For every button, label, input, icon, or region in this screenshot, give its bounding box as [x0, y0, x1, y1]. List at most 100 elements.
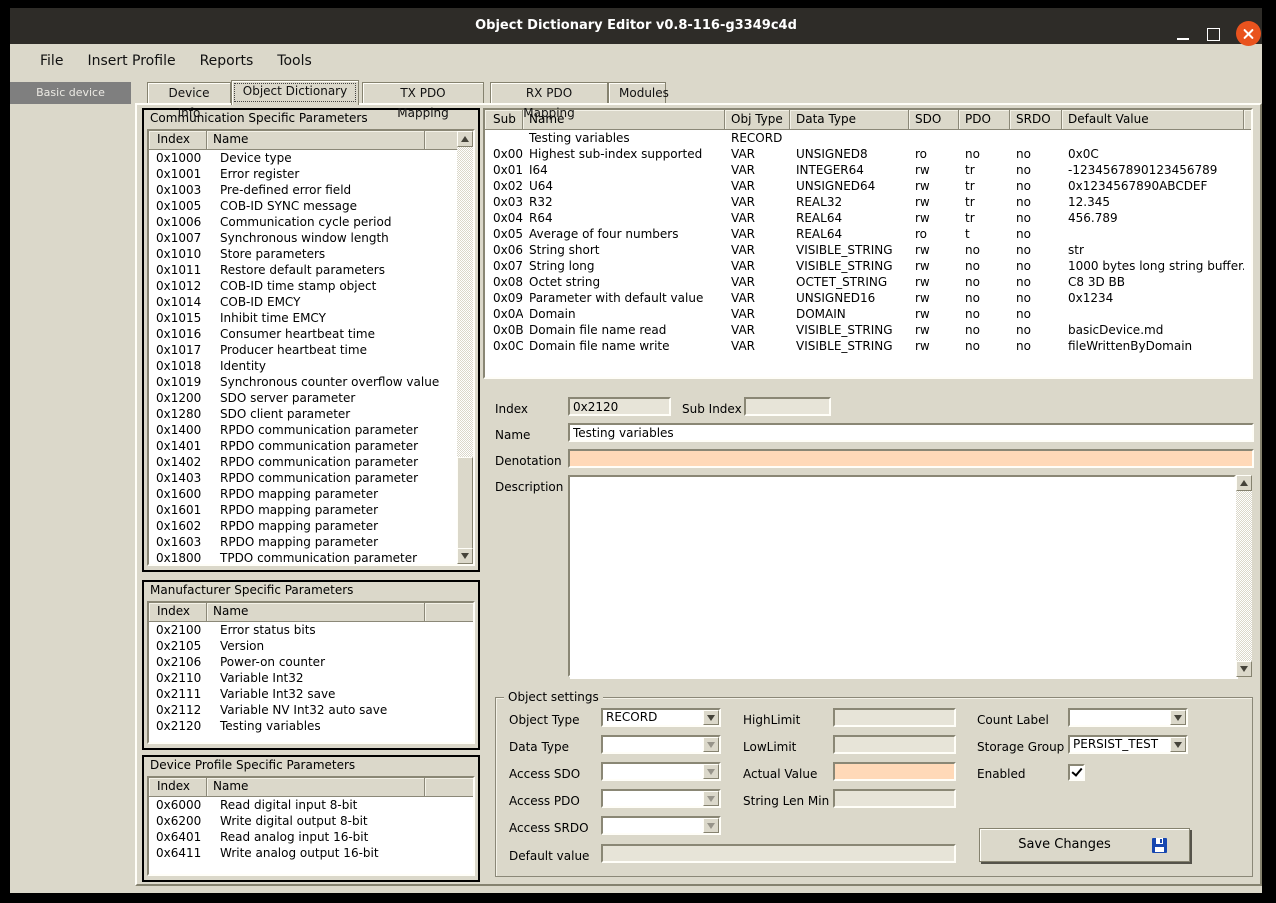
string-len-min-field[interactable]: [833, 789, 956, 808]
menu-file[interactable]: File: [28, 49, 75, 73]
table-row[interactable]: 0x1800TPDO communication parameter: [149, 550, 457, 564]
table-row[interactable]: 0x2110Variable Int32: [149, 670, 473, 686]
column-header-name[interactable]: Name: [207, 131, 425, 149]
chevron-down-icon[interactable]: [703, 791, 719, 806]
tab-object-dictionary[interactable]: Object Dictionary: [231, 80, 359, 105]
menu-insert-profile[interactable]: Insert Profile: [75, 49, 187, 73]
table-row[interactable]: 0x1401RPDO communication parameter: [149, 438, 457, 454]
column-header-pdo[interactable]: PDO: [959, 110, 1010, 129]
chevron-down-icon[interactable]: [703, 818, 719, 833]
access-sdo-combobox[interactable]: [601, 762, 721, 781]
sidebar-item-basic-device[interactable]: Basic device: [10, 82, 131, 104]
table-row[interactable]: 0x08Octet stringVAROCTET_STRINGrwnonoC8 …: [485, 274, 1251, 290]
count-label-combobox[interactable]: [1068, 708, 1188, 727]
storage-group-combobox[interactable]: PERSIST_TEST: [1068, 735, 1188, 754]
table-row[interactable]: 0x1001Error register: [149, 166, 457, 182]
table-row[interactable]: 0x1600RPDO mapping parameter: [149, 486, 457, 502]
column-header-name[interactable]: Name: [207, 778, 425, 796]
table-row[interactable]: 0x6000Read digital input 8-bit: [149, 797, 473, 813]
table-row[interactable]: 0x05Average of four numbersVARREAL64rotn…: [485, 226, 1251, 242]
high-limit-field[interactable]: [833, 708, 956, 727]
table-row[interactable]: 0x6411Write analog output 16-bit: [149, 845, 473, 861]
table-row[interactable]: 0x1016Consumer heartbeat time: [149, 326, 457, 342]
column-header-index[interactable]: Index: [149, 603, 207, 621]
table-row[interactable]: 0x1005COB-ID SYNC message: [149, 198, 457, 214]
table-row[interactable]: 0x1010Store parameters: [149, 246, 457, 262]
menu-reports[interactable]: Reports: [188, 49, 266, 73]
chevron-down-icon[interactable]: [703, 710, 719, 725]
table-row[interactable]: 0x2105Version: [149, 638, 473, 654]
table-row[interactable]: 0x03R32VARREAL32rwtrno12.345: [485, 194, 1251, 210]
table-row[interactable]: 0x1014COB-ID EMCY: [149, 294, 457, 310]
table-row[interactable]: 0x1011Restore default parameters: [149, 262, 457, 278]
table-row[interactable]: 0x02U64VARUNSIGNED64rwtrno0x1234567890AB…: [485, 178, 1251, 194]
table-row[interactable]: 0x2106Power-on counter: [149, 654, 473, 670]
denotation-field[interactable]: [568, 449, 1254, 468]
name-field[interactable]: [568, 423, 1254, 442]
table-row[interactable]: 0x1601RPDO mapping parameter: [149, 502, 457, 518]
object-type-combobox[interactable]: RECORD: [601, 708, 721, 727]
table-row[interactable]: 0x1012COB-ID time stamp object: [149, 278, 457, 294]
actual-value-field[interactable]: [833, 762, 956, 781]
table-row[interactable]: 0x1015Inhibit time EMCY: [149, 310, 457, 326]
index-field[interactable]: [568, 397, 671, 416]
column-header-data-type[interactable]: Data Type: [790, 110, 909, 129]
save-changes-button[interactable]: Save Changes: [979, 828, 1190, 862]
table-row[interactable]: 0x6200Write digital output 8-bit: [149, 813, 473, 829]
data-type-combobox[interactable]: [601, 735, 721, 754]
table-row[interactable]: 0x1602RPDO mapping parameter: [149, 518, 457, 534]
column-header-srdo[interactable]: SRDO: [1010, 110, 1062, 129]
communication-scrollbar[interactable]: [457, 131, 473, 564]
sub-index-field[interactable]: [744, 397, 831, 416]
default-value-field[interactable]: [601, 844, 956, 863]
scroll-down-icon[interactable]: [457, 548, 473, 564]
table-row[interactable]: 0x0BDomain file name readVARVISIBLE_STRI…: [485, 322, 1251, 338]
access-pdo-combobox[interactable]: [601, 789, 721, 808]
scrollbar-trough[interactable]: [1236, 491, 1252, 661]
table-row[interactable]: 0x1007Synchronous window length: [149, 230, 457, 246]
description-field[interactable]: [570, 477, 1238, 679]
table-row[interactable]: 0x2120Testing variables: [149, 718, 473, 734]
tab-tx-pdo-mapping[interactable]: TX PDO Mapping: [362, 82, 484, 103]
table-row[interactable]: 0x0CDomain file name writeVARVISIBLE_STR…: [485, 338, 1251, 354]
column-header-default-value[interactable]: Default Value: [1062, 110, 1244, 129]
scroll-up-icon[interactable]: [457, 131, 473, 147]
low-limit-field[interactable]: [833, 735, 956, 754]
table-row[interactable]: 0x01I64VARINTEGER64rwtrno-12345678901234…: [485, 162, 1251, 178]
table-row[interactable]: 0x2112Variable NV Int32 auto save: [149, 702, 473, 718]
chevron-down-icon[interactable]: [703, 764, 719, 779]
table-row[interactable]: 0x1200SDO server parameter: [149, 390, 457, 406]
enabled-checkbox[interactable]: [1068, 764, 1085, 781]
table-row[interactable]: 0x07String longVARVISIBLE_STRINGrwnono10…: [485, 258, 1251, 274]
table-row[interactable]: 0x1006Communication cycle period: [149, 214, 457, 230]
table-row[interactable]: 0x04R64VARREAL64rwtrno456.789: [485, 210, 1251, 226]
table-row[interactable]: 0x2111Variable Int32 save: [149, 686, 473, 702]
table-row[interactable]: 0x1403RPDO communication parameter: [149, 470, 457, 486]
column-header-name[interactable]: Name: [207, 603, 425, 621]
table-row[interactable]: 0x1603RPDO mapping parameter: [149, 534, 457, 550]
column-header-index[interactable]: Index: [149, 778, 207, 796]
chevron-down-icon[interactable]: [703, 737, 719, 752]
table-row[interactable]: 0x2100Error status bits: [149, 622, 473, 638]
column-header-index[interactable]: Index: [149, 131, 207, 149]
menu-tools[interactable]: Tools: [265, 49, 324, 73]
table-row[interactable]: 0x1003Pre-defined error field: [149, 182, 457, 198]
column-header-sdo[interactable]: SDO: [909, 110, 959, 129]
table-row[interactable]: 0x1400RPDO communication parameter: [149, 422, 457, 438]
column-header-sub[interactable]: Sub: [485, 110, 523, 129]
description-scrollbar[interactable]: [1236, 475, 1253, 677]
scroll-up-icon[interactable]: [1236, 475, 1252, 491]
scrollbar-thumb[interactable]: [457, 457, 473, 552]
table-row[interactable]: 0x1402RPDO communication parameter: [149, 454, 457, 470]
chevron-down-icon[interactable]: [1170, 710, 1186, 725]
table-row[interactable]: 0x1280SDO client parameter: [149, 406, 457, 422]
chevron-down-icon[interactable]: [1170, 737, 1186, 752]
table-row[interactable]: 0x09Parameter with default valueVARUNSIG…: [485, 290, 1251, 306]
table-row[interactable]: Testing variablesRECORD: [485, 130, 1251, 146]
scroll-down-icon[interactable]: [1236, 661, 1252, 677]
table-row[interactable]: 0x1017Producer heartbeat time: [149, 342, 457, 358]
tab-modules[interactable]: Modules: [608, 82, 666, 103]
access-srdo-combobox[interactable]: [601, 816, 721, 835]
table-row[interactable]: 0x00Highest sub-index supportedVARUNSIGN…: [485, 146, 1251, 162]
table-row[interactable]: 0x1018Identity: [149, 358, 457, 374]
